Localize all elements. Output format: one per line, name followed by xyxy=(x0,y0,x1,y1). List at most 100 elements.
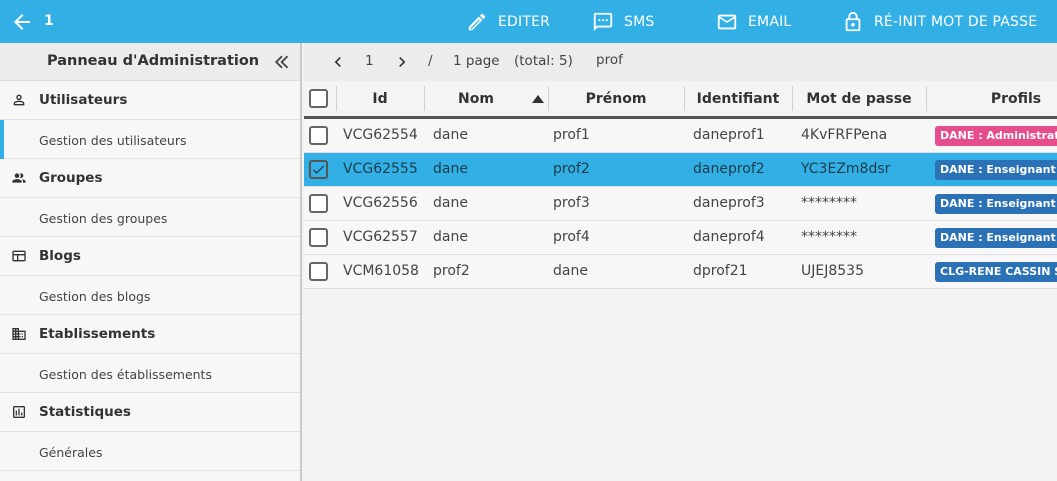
cell-nom: dane xyxy=(433,195,468,211)
building-icon xyxy=(12,328,26,340)
sidebar-item-gestion-blogs[interactable]: Gestion des blogs xyxy=(0,276,300,315)
cell-nom: dane xyxy=(433,127,468,143)
select-all-checkbox[interactable] xyxy=(309,89,328,108)
cell-mot-de-passe: ******** xyxy=(801,195,857,211)
cell-mot-de-passe: UJEJ8535 xyxy=(801,263,864,279)
back-arrow-icon[interactable] xyxy=(10,10,34,34)
profile-badge: DANE : Enseignant xyxy=(935,160,1057,180)
sidebar-item-label: Gestion des groupes xyxy=(39,211,168,226)
cell-prenom: dane xyxy=(553,263,588,279)
previous-page-icon[interactable] xyxy=(328,52,348,72)
sms-label: SMS xyxy=(624,13,655,30)
cell-nom: dane xyxy=(433,229,468,245)
cell-nom: prof2 xyxy=(433,263,470,279)
sidebar-section-etablissements: Etablissements xyxy=(0,315,300,354)
profile-badge: DANE : Administrateur xyxy=(935,126,1057,146)
cell-nom: dane xyxy=(433,161,468,177)
table-row[interactable]: VCM61058 prof2 dane dprof21 UJEJ8535 CLG… xyxy=(304,255,1057,289)
sidebar-item-label: Gestion des établissements xyxy=(39,367,212,382)
total-count: (total: 5) xyxy=(514,53,573,69)
reset-password-button[interactable]: RÉ-INIT MOT DE PASSE xyxy=(842,0,1037,43)
sidebar-item-gestion-utilisateurs[interactable]: Gestion des utilisateurs xyxy=(0,120,300,159)
cell-identifiant: daneprof3 xyxy=(693,195,765,211)
sidebar-section-utilisateurs: Utilisateurs xyxy=(0,81,300,120)
sms-button[interactable]: SMS xyxy=(592,0,654,43)
sidebar-section-label: Statistiques xyxy=(39,404,131,420)
page-count: 1 page xyxy=(453,53,500,69)
row-checkbox[interactable] xyxy=(309,194,328,213)
cell-prenom: prof1 xyxy=(553,127,590,143)
column-header-profils[interactable]: Profils xyxy=(926,81,1057,116)
email-button[interactable]: EMAIL xyxy=(716,0,791,43)
cell-identifiant: dprof21 xyxy=(693,263,748,279)
reset-password-label: RÉ-INIT MOT DE PASSE xyxy=(874,13,1038,30)
stats-icon xyxy=(13,406,25,418)
column-header-nom[interactable]: Nom xyxy=(424,81,528,116)
sidebar-item-gestion-etablissements[interactable]: Gestion des établissements xyxy=(0,354,300,393)
profile-badge: CLG-RENE CASSIN S xyxy=(935,262,1057,282)
row-checkbox[interactable] xyxy=(309,262,328,281)
row-checkbox[interactable] xyxy=(309,126,328,145)
sidebar-item-generales[interactable]: Générales xyxy=(0,432,300,471)
table-row[interactable]: VCG62555 dane prof2 daneprof2 YC3EZm8dsr… xyxy=(304,153,1057,187)
search-filter[interactable]: prof xyxy=(596,52,623,68)
sidebar-item-label: Gestion des blogs xyxy=(39,289,151,304)
email-label: EMAIL xyxy=(748,13,792,30)
cell-id: VCG62555 xyxy=(343,161,418,177)
blog-icon xyxy=(12,250,26,262)
sidebar-item-label: Générales xyxy=(39,445,103,460)
profile-badge: DANE : Enseignant xyxy=(935,228,1057,248)
cell-mot-de-passe: YC3EZm8dsr xyxy=(801,161,891,177)
table-row[interactable]: VCG62557 dane prof4 daneprof4 ******** D… xyxy=(304,221,1057,255)
column-header-prenom[interactable]: Prénom xyxy=(548,81,684,116)
sidebar-item-gestion-groupes[interactable]: Gestion des groupes xyxy=(0,198,300,237)
cell-id: VCG62557 xyxy=(343,229,418,245)
table-row[interactable]: VCG62554 dane prof1 daneprof1 4KvFRFPena… xyxy=(304,119,1057,153)
sidebar-section-statistiques: Statistiques xyxy=(0,393,300,432)
table-empty-area xyxy=(304,289,1057,481)
collapse-sidebar-icon[interactable] xyxy=(272,51,294,73)
cell-id: VCM61058 xyxy=(343,263,419,279)
sidebar-item-label: Gestion des utilisateurs xyxy=(39,133,187,148)
sidebar-title: Panneau d'Administration xyxy=(47,53,260,69)
next-page-icon[interactable] xyxy=(392,52,412,72)
person-icon xyxy=(13,94,25,106)
cell-id: VCG62554 xyxy=(343,127,418,143)
cell-prenom: prof2 xyxy=(553,161,590,177)
sms-icon xyxy=(593,12,613,31)
sidebar-header: Panneau d'Administration xyxy=(0,43,300,81)
cell-id: VCG62556 xyxy=(343,195,418,211)
pencil-icon xyxy=(468,13,486,30)
sort-ascending-icon[interactable] xyxy=(532,95,544,103)
cell-mot-de-passe: 4KvFRFPena xyxy=(801,127,888,143)
cell-mot-de-passe: ******** xyxy=(801,229,857,245)
cell-identifiant: daneprof4 xyxy=(693,229,765,245)
column-header-mot-de-passe[interactable]: Mot de passe xyxy=(792,81,926,116)
sidebar-section-label: Utilisateurs xyxy=(39,92,128,108)
current-page[interactable]: 1 xyxy=(365,53,374,69)
sidebar-section-label: Blogs xyxy=(39,248,81,264)
group-icon xyxy=(12,173,26,183)
cell-prenom: prof4 xyxy=(553,229,590,245)
table-row[interactable]: VCG62556 dane prof3 daneprof3 ******** D… xyxy=(304,187,1057,221)
page-separator: / xyxy=(428,53,433,69)
edit-button[interactable]: EDITER xyxy=(466,0,550,43)
column-header-id[interactable]: Id xyxy=(336,81,424,116)
admin-sidebar: Panneau d'Administration Utilisateurs Ge… xyxy=(0,43,302,481)
column-header-identifiant[interactable]: Identifiant xyxy=(684,81,792,116)
row-checkbox[interactable] xyxy=(309,160,328,179)
checkmark-icon xyxy=(313,165,325,174)
sidebar-section-label: Groupes xyxy=(39,170,103,186)
table-header: Id Nom Prénom Identifiant Mot de passe P… xyxy=(304,81,1057,119)
cell-prenom: prof3 xyxy=(553,195,590,211)
mail-icon xyxy=(717,14,737,29)
selected-count: 1 xyxy=(44,13,54,29)
cell-identifiant: daneprof2 xyxy=(693,161,765,177)
sidebar-section-label: Etablissements xyxy=(39,326,156,342)
row-checkbox[interactable] xyxy=(309,228,328,247)
sidebar-section-blogs: Blogs xyxy=(0,237,300,276)
pagination-bar: 1 / 1 page (total: 5) prof xyxy=(304,43,1057,81)
lock-icon xyxy=(845,11,861,31)
sidebar-section-groupes: Groupes xyxy=(0,159,300,198)
profile-badge: DANE : Enseignant xyxy=(935,194,1057,214)
